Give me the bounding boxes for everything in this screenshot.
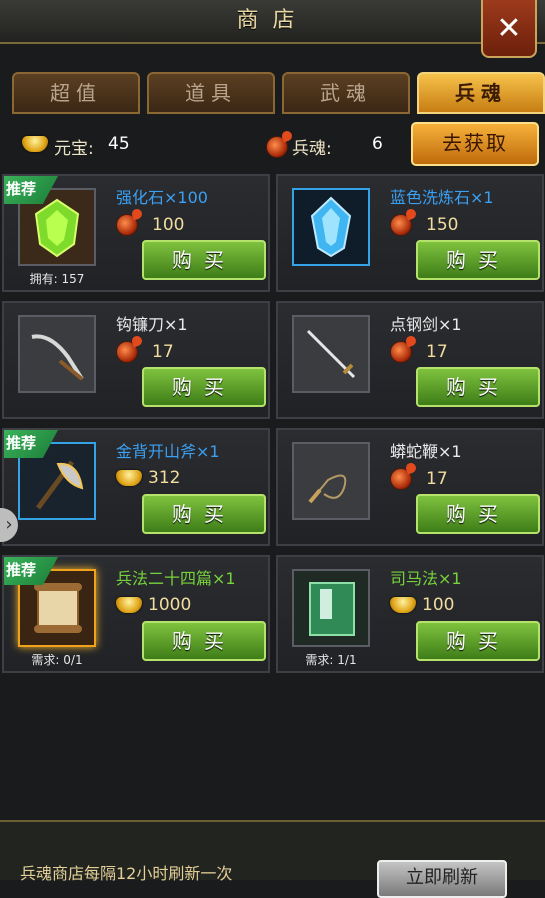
- soul-icon: [266, 136, 288, 158]
- shop-item: 推荐 需求: 0/1 兵法二十四篇×1 1000 购买: [2, 555, 270, 673]
- price-value: 100: [422, 595, 455, 615]
- close-button[interactable]: ✕: [481, 0, 537, 58]
- tab-binghun[interactable]: 兵魂: [417, 72, 545, 114]
- yuanbao-icon: [22, 136, 48, 152]
- book-icon: [294, 571, 368, 645]
- tab-wuhun[interactable]: 武魂: [282, 72, 410, 114]
- price-value: 17: [426, 342, 448, 362]
- requirement-count: 需求: 0/1: [31, 653, 83, 667]
- buy-button[interactable]: 购买: [142, 621, 266, 661]
- tab-daoju[interactable]: 道具: [147, 72, 275, 114]
- footer-bar: 兵魂商店每隔12小时刷新一次 立即刷新: [0, 820, 545, 898]
- item-name: 强化石×100: [116, 188, 208, 207]
- buy-button[interactable]: 购买: [416, 367, 540, 407]
- shop-item: 点钢剑×1 17 购买: [276, 301, 544, 419]
- price-value: 17: [426, 469, 448, 489]
- refresh-note: 兵魂商店每隔12小时刷新一次: [20, 864, 233, 883]
- chevron-right-icon: ›: [5, 514, 13, 535]
- shop-item: 推荐 拥有: 157 强化石×100 100 购买: [2, 174, 270, 292]
- shop-item: 蟒蛇鞭×1 17 购买: [276, 428, 544, 546]
- item-price: 17: [116, 341, 174, 363]
- yuanbao-icon: [116, 470, 142, 486]
- yuanbao-icon: [116, 597, 142, 613]
- buy-button[interactable]: 购买: [142, 240, 266, 280]
- page-title: 商店: [236, 8, 309, 33]
- item-name: 司马法×1: [390, 569, 462, 588]
- shop-item: 需求: 1/1 司马法×1 100 购买: [276, 555, 544, 673]
- price-value: 312: [148, 468, 181, 488]
- item-name: 钩镰刀×1: [116, 315, 188, 334]
- item-frame[interactable]: [292, 315, 370, 393]
- soul-label: 兵魂:: [292, 139, 332, 159]
- price-value: 100: [152, 215, 185, 235]
- buy-button[interactable]: 购买: [416, 240, 540, 280]
- shop-item: 蓝色洗炼石×1 150 购买: [276, 174, 544, 292]
- buy-button[interactable]: 购买: [416, 621, 540, 661]
- item-frame[interactable]: [292, 442, 370, 520]
- item-price: 17: [390, 468, 448, 490]
- soul-icon: [116, 214, 138, 236]
- soul-icon: [390, 214, 412, 236]
- requirement-count: 需求: 1/1: [305, 653, 357, 667]
- soul-value: 6: [372, 134, 383, 154]
- yuanbao-icon: [390, 597, 416, 613]
- item-frame[interactable]: [292, 188, 370, 266]
- yuanbao-value: 45: [108, 134, 130, 154]
- soul-icon: [390, 468, 412, 490]
- price-value: 150: [426, 215, 459, 235]
- item-name: 蟒蛇鞭×1: [390, 442, 462, 461]
- sword-icon: [294, 317, 368, 391]
- item-name: 点钢剑×1: [390, 315, 462, 334]
- close-icon: ✕: [496, 10, 522, 46]
- item-price: 100: [390, 595, 454, 615]
- item-price: 1000: [116, 595, 191, 615]
- yuanbao-label: 元宝:: [54, 139, 94, 159]
- shop-item: 钩镰刀×1 17 购买: [2, 301, 270, 419]
- item-name: 兵法二十四篇×1: [116, 569, 236, 588]
- get-soul-button[interactable]: 去获取: [411, 122, 539, 166]
- item-price: 150: [390, 214, 458, 236]
- refresh-now-button[interactable]: 立即刷新: [377, 860, 507, 898]
- price-value: 1000: [148, 595, 192, 615]
- shop-item: 推荐 金背开山斧×1 312 购买: [2, 428, 270, 546]
- hook-sickle-icon: [20, 317, 94, 391]
- owned-count: 拥有: 157: [29, 272, 85, 286]
- title-bar: 商店: [0, 0, 545, 44]
- soul-icon: [390, 341, 412, 363]
- buy-button[interactable]: 购买: [142, 494, 266, 534]
- item-price: 100: [116, 214, 184, 236]
- item-frame[interactable]: [292, 569, 370, 647]
- soul-icon: [116, 341, 138, 363]
- price-value: 17: [152, 342, 174, 362]
- item-frame[interactable]: [18, 315, 96, 393]
- item-name: 金背开山斧×1: [116, 442, 220, 461]
- buy-button[interactable]: 购买: [416, 494, 540, 534]
- item-price: 312: [116, 468, 180, 488]
- item-price: 17: [390, 341, 448, 363]
- buy-button[interactable]: 购买: [142, 367, 266, 407]
- tab-bar: 超值 道具 武魂 兵魂: [12, 72, 545, 114]
- crystal-blue-icon: [294, 190, 368, 264]
- tab-chaozhi[interactable]: 超值: [12, 72, 140, 114]
- item-name: 蓝色洗炼石×1: [390, 188, 494, 207]
- currency-bar: 元宝: 45 兵魂: 6 去获取: [0, 122, 545, 170]
- whip-icon: [294, 444, 368, 518]
